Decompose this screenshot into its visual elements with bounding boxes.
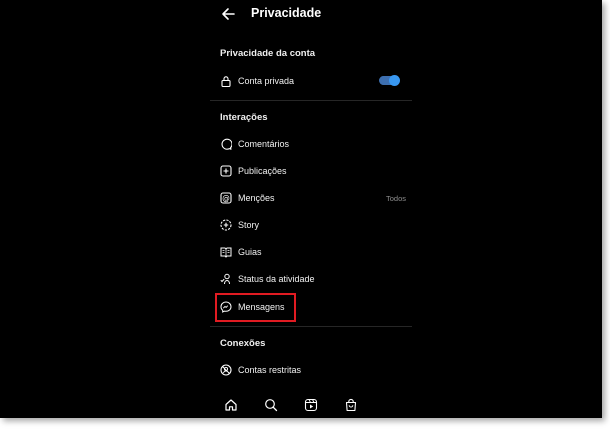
mentions-value: Todos (385, 193, 406, 203)
private-account-toggle[interactable] (379, 75, 400, 86)
shop-icon[interactable] (344, 398, 358, 412)
search-icon[interactable] (264, 398, 278, 412)
bottom-nav (210, 390, 412, 418)
interaction-label: Story (238, 220, 260, 230)
messages-highlight-box (215, 293, 296, 322)
interaction-label: Comentários (238, 139, 290, 149)
back-arrow-icon[interactable] (220, 6, 236, 22)
story-icon (220, 219, 232, 231)
privacy-screen: Privacidade Privacidade da conta Conta p… (210, 0, 412, 418)
guides-icon (220, 246, 232, 258)
section-title-connections: Conexões (220, 338, 266, 349)
section-title-interactions: Interações (220, 112, 268, 123)
activity-status-icon (220, 273, 232, 285)
divider (210, 326, 412, 327)
interaction-item-comments[interactable]: Comentários (220, 135, 406, 153)
interaction-label: Publicações (238, 166, 287, 176)
connection-label: Contas restritas (238, 365, 302, 375)
interaction-label: Guias (238, 247, 262, 257)
interaction-label: Status da atividade (238, 274, 315, 284)
private-account-row[interactable]: Conta privada (220, 72, 406, 90)
svg-text:@: @ (222, 194, 230, 203)
page-title: Privacidade (251, 6, 322, 20)
reels-icon[interactable] (304, 398, 318, 412)
divider (210, 100, 412, 101)
toggle-knob (389, 75, 400, 86)
connection-item-restricted[interactable]: Contas restritas (220, 361, 406, 379)
phone-frame: Privacidade Privacidade da conta Conta p… (0, 0, 602, 418)
interaction-label: Menções (238, 193, 275, 203)
interaction-item-story[interactable]: Story (220, 216, 406, 234)
interaction-item-guides[interactable]: Guias (220, 243, 406, 261)
lock-icon (220, 75, 232, 87)
interaction-item-activity-status[interactable]: Status da atividade (220, 270, 406, 288)
add-post-icon (220, 165, 232, 177)
private-account-label: Conta privada (238, 76, 295, 86)
interaction-item-posts[interactable]: Publicações (220, 162, 406, 180)
comment-icon (220, 138, 232, 150)
home-icon[interactable] (224, 398, 238, 412)
interaction-item-mentions[interactable]: @ Menções Todos (220, 189, 406, 207)
restricted-icon (220, 364, 232, 376)
at-icon: @ (220, 192, 232, 204)
section-title-account: Privacidade da conta (220, 48, 316, 59)
